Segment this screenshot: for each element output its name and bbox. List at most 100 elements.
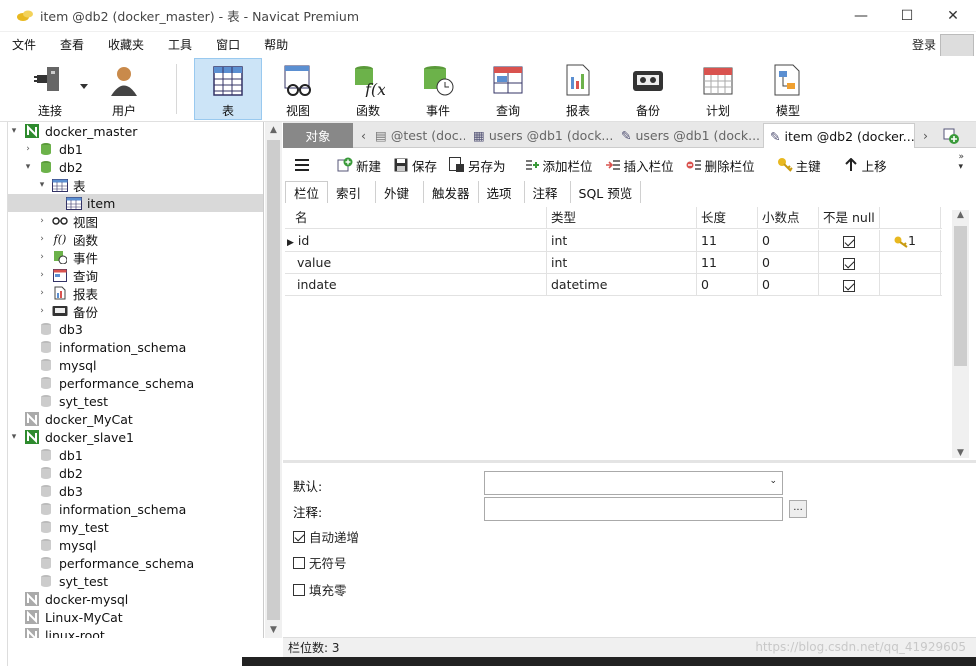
tree-db-information-schema[interactable]: information_schema — [8, 338, 263, 356]
tree-connection-docker-mysql[interactable]: docker-mysql — [8, 590, 263, 608]
tree-connection-linux-mycat[interactable]: Linux-MyCat — [8, 608, 263, 626]
tree-group-functions[interactable]: › f() 函数 — [8, 230, 263, 248]
tab-scroll-left-icon[interactable]: ‹ — [355, 123, 369, 148]
toolbar-backup-button[interactable]: 备份 — [614, 58, 682, 120]
tree-connection-docker-mycat[interactable]: docker_MyCat — [8, 410, 263, 428]
auto-increment-checkbox[interactable] — [293, 530, 305, 543]
new-tab-button[interactable] — [937, 123, 963, 148]
zerofill-checkbox[interactable] — [293, 583, 305, 596]
tree-group-reports[interactable]: › 报表 — [8, 284, 263, 302]
grid-cell-length[interactable]: 11 — [697, 230, 758, 252]
tree-db-mysql[interactable]: mysql — [8, 536, 263, 554]
move-up-button[interactable]: 上移 — [843, 156, 887, 175]
table-row[interactable]: value int 11 0 — [285, 252, 942, 274]
grid-cell-length[interactable]: 11 — [697, 252, 758, 274]
grid-cell-not-null[interactable] — [819, 230, 880, 252]
subtab-foreign-keys[interactable]: 外键 — [376, 181, 425, 203]
tree-db-my-test[interactable]: my_test — [8, 518, 263, 536]
menu-tools[interactable]: 工具 — [156, 36, 204, 53]
tree-db-db2[interactable]: ▾ db2 — [8, 158, 263, 176]
close-button[interactable]: ✕ — [930, 0, 976, 32]
tree-db-mysql[interactable]: mysql — [8, 356, 263, 374]
menu-favorites[interactable]: 收藏夹 — [96, 36, 156, 53]
subtab-comment[interactable]: 注释 — [525, 181, 571, 203]
minimize-button[interactable]: — — [838, 0, 884, 32]
tree-scrollbar[interactable]: ▲ ▼ — [265, 122, 282, 638]
tree-connection-docker-slave1[interactable]: ▾ docker_slave1 — [8, 428, 263, 446]
toolbar-report-button[interactable]: 报表 — [544, 58, 612, 120]
grid-cell-decimals[interactable]: 0 — [758, 230, 819, 252]
grid-cell-length[interactable]: 0 — [697, 274, 758, 296]
tab-test-query[interactable]: ▤ @test (doc... — [369, 123, 465, 148]
toolbar-view-button[interactable]: 视图 — [264, 58, 332, 120]
grid-cell-type[interactable]: int — [547, 252, 697, 274]
new-button[interactable]: 新建 — [337, 156, 381, 175]
unsigned-option[interactable]: 无符号 — [293, 553, 347, 572]
tree-table-item[interactable]: item — [8, 194, 263, 212]
tab-scroll-right-icon[interactable]: › — [917, 123, 933, 148]
toolbar-function-button[interactable]: f(x) 函数 — [334, 58, 402, 120]
tree-db-db2[interactable]: db2 — [8, 464, 263, 482]
not-null-checkbox[interactable] — [843, 235, 855, 248]
menu-help[interactable]: 帮助 — [252, 36, 300, 53]
menu-file[interactable]: 文件 — [0, 36, 48, 53]
menu-view[interactable]: 查看 — [48, 36, 96, 53]
tree-db-db3[interactable]: db3 — [8, 320, 263, 338]
scroll-up-icon[interactable]: ▲ — [265, 122, 282, 138]
save-as-button[interactable]: 另存为 — [449, 156, 506, 175]
subtab-indexes[interactable]: 索引 — [328, 181, 377, 203]
comment-edit-button[interactable]: ... — [789, 500, 807, 518]
grid-scrollbar[interactable]: ▲ ▼ — [952, 210, 969, 458]
add-field-button[interactable]: 添加栏位 — [524, 156, 593, 175]
insert-field-button[interactable]: 插入栏位 — [605, 156, 674, 175]
tab-objects[interactable]: 对象 — [283, 123, 353, 148]
chevron-down-icon[interactable]: ▾ — [8, 432, 20, 442]
menu-window[interactable]: 窗口 — [204, 36, 252, 53]
toolbar-query-button[interactable]: 查询 — [474, 58, 542, 120]
chevron-right-icon[interactable]: › — [36, 270, 48, 280]
toolbar-model-button[interactable]: 模型 — [754, 58, 822, 120]
scroll-up-icon[interactable]: ▲ — [952, 210, 969, 220]
grid-cell-decimals[interactable]: 0 — [758, 274, 819, 296]
tree-db-syt-test[interactable]: syt_test — [8, 392, 263, 410]
auto-increment-option[interactable]: 自动递增 — [293, 527, 359, 546]
tree-group-backups[interactable]: › 备份 — [8, 302, 263, 320]
chevron-down-icon[interactable]: ▾ — [8, 126, 20, 136]
not-null-checkbox[interactable] — [843, 257, 855, 270]
tree-db-performance-schema[interactable]: performance_schema — [8, 554, 263, 572]
tab-item-db2[interactable]: ✎ item @db2 (docker... — [763, 123, 915, 148]
column-header-not-null[interactable]: 不是 null — [819, 207, 880, 229]
column-header-key[interactable] — [880, 207, 941, 229]
more-options-icon[interactable]: » ▾ — [958, 152, 964, 172]
toolbar-schedule-button[interactable]: 计划 — [684, 58, 752, 120]
tree-connection-docker-master[interactable]: ▾ docker_master — [8, 122, 263, 140]
toolbar-event-button[interactable]: 事件 — [404, 58, 472, 120]
tree-db-performance-schema[interactable]: performance_schema — [8, 374, 263, 392]
subtab-options[interactable]: 选项 — [479, 181, 525, 203]
chevron-right-icon[interactable]: › — [36, 234, 48, 244]
login-link[interactable]: 登录 — [912, 36, 936, 53]
grid-cell-name[interactable]: indate — [285, 274, 547, 296]
unsigned-checkbox[interactable] — [293, 556, 305, 569]
tree-db-information-schema[interactable]: information_schema — [8, 500, 263, 518]
tree-db-syt-test[interactable]: syt_test — [8, 572, 263, 590]
tree-group-views[interactable]: › 视图 — [8, 212, 263, 230]
grid-cell-not-null[interactable] — [819, 252, 880, 274]
column-header-name[interactable]: 名 — [285, 207, 547, 229]
save-button[interactable]: 保存 — [393, 156, 437, 175]
subtab-triggers[interactable]: 触发器 — [424, 181, 479, 203]
connect-dropdown-icon[interactable] — [80, 84, 88, 90]
hamburger-menu-icon[interactable] — [295, 159, 309, 171]
toolbar-table-button[interactable]: 表 — [194, 58, 262, 120]
table-row[interactable]: indate datetime 0 0 — [285, 274, 942, 296]
grid-cell-type[interactable]: datetime — [547, 274, 697, 296]
scroll-down-icon[interactable]: ▼ — [265, 622, 282, 638]
scrollbar-thumb[interactable] — [954, 226, 967, 366]
tree-db-db3[interactable]: db3 — [8, 482, 263, 500]
grid-cell-decimals[interactable]: 0 — [758, 252, 819, 274]
grid-cell-name[interactable]: ▶ id — [285, 230, 547, 252]
tree-connection-linux-root[interactable]: linux-root — [8, 626, 263, 638]
subtab-sql-preview[interactable]: SQL 预览 — [571, 181, 642, 203]
chevron-right-icon[interactable]: › — [36, 288, 48, 298]
column-header-type[interactable]: 类型 — [547, 207, 697, 229]
